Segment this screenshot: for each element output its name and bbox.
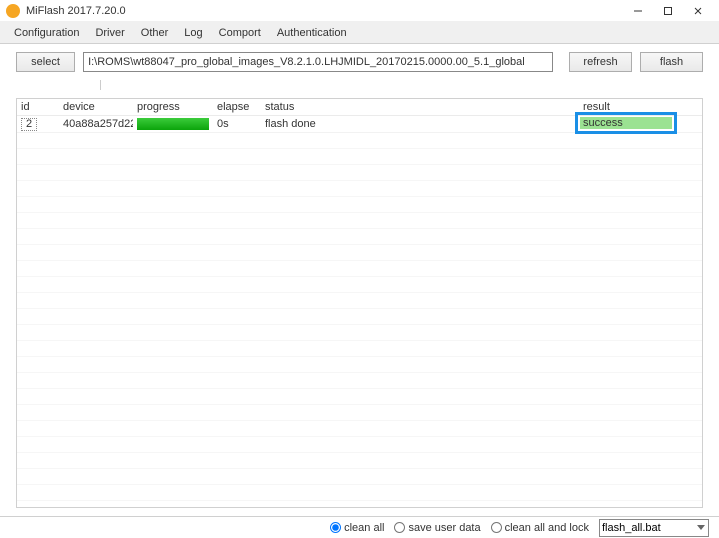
separator-tick xyxy=(100,80,101,90)
menu-configuration[interactable]: Configuration xyxy=(6,24,87,42)
cell-id: 2 xyxy=(17,116,59,132)
header-elapse[interactable]: elapse xyxy=(213,99,261,115)
radio-clean-all-label: clean all xyxy=(344,522,384,534)
window-controls xyxy=(623,2,713,20)
minimize-button[interactable] xyxy=(623,2,653,20)
flash-button[interactable]: flash xyxy=(640,52,703,72)
refresh-button[interactable]: refresh xyxy=(569,52,632,72)
progress-bar xyxy=(137,118,209,130)
radio-clean-all-lock-label: clean all and lock xyxy=(505,522,589,534)
id-value: 2 xyxy=(21,118,37,131)
menu-log[interactable]: Log xyxy=(176,24,210,42)
menu-other[interactable]: Other xyxy=(133,24,177,42)
toolbar: select refresh flash xyxy=(0,44,719,80)
title-bar: MiFlash 2017.7.20.0 xyxy=(0,0,719,22)
header-device[interactable]: device xyxy=(59,99,133,115)
result-value: success xyxy=(580,117,672,129)
radio-clean-all[interactable]: clean all xyxy=(330,522,384,534)
empty-rows xyxy=(17,133,702,507)
rom-path-input[interactable] xyxy=(83,52,553,72)
table-row[interactable]: 2 40a88a257d22 0s flash done success xyxy=(17,116,702,133)
cell-result: success xyxy=(579,116,683,132)
radio-save-user-data-label: save user data xyxy=(408,522,480,534)
cell-progress xyxy=(133,116,213,132)
cell-elapse: 0s xyxy=(213,116,261,132)
header-progress[interactable]: progress xyxy=(133,99,213,115)
cell-status: flash done xyxy=(261,116,579,132)
bottom-bar: clean all save user data clean all and l… xyxy=(0,516,719,538)
menu-authentication[interactable]: Authentication xyxy=(269,24,355,42)
bat-select-wrap xyxy=(599,519,709,537)
app-icon xyxy=(6,4,20,18)
radio-clean-all-lock-input[interactable] xyxy=(491,522,502,533)
device-table: id device progress elapse status result … xyxy=(16,98,703,508)
radio-clean-all-input[interactable] xyxy=(330,522,341,533)
close-button[interactable] xyxy=(683,2,713,20)
radio-clean-all-lock[interactable]: clean all and lock xyxy=(491,522,589,534)
select-button[interactable]: select xyxy=(16,52,75,72)
header-id[interactable]: id xyxy=(17,99,59,115)
header-status[interactable]: status xyxy=(261,99,579,115)
flash-mode-group: clean all save user data clean all and l… xyxy=(330,522,589,534)
menu-driver[interactable]: Driver xyxy=(87,24,132,42)
radio-save-user-data-input[interactable] xyxy=(394,522,405,533)
bat-select[interactable] xyxy=(599,519,709,537)
separator xyxy=(0,80,719,98)
menu-comport[interactable]: Comport xyxy=(211,24,269,42)
maximize-button[interactable] xyxy=(653,2,683,20)
window-title: MiFlash 2017.7.20.0 xyxy=(26,5,623,17)
menu-bar: Configuration Driver Other Log Comport A… xyxy=(0,22,719,44)
radio-save-user-data[interactable]: save user data xyxy=(394,522,480,534)
result-highlight: success xyxy=(575,112,677,134)
cell-device: 40a88a257d22 xyxy=(59,116,133,132)
